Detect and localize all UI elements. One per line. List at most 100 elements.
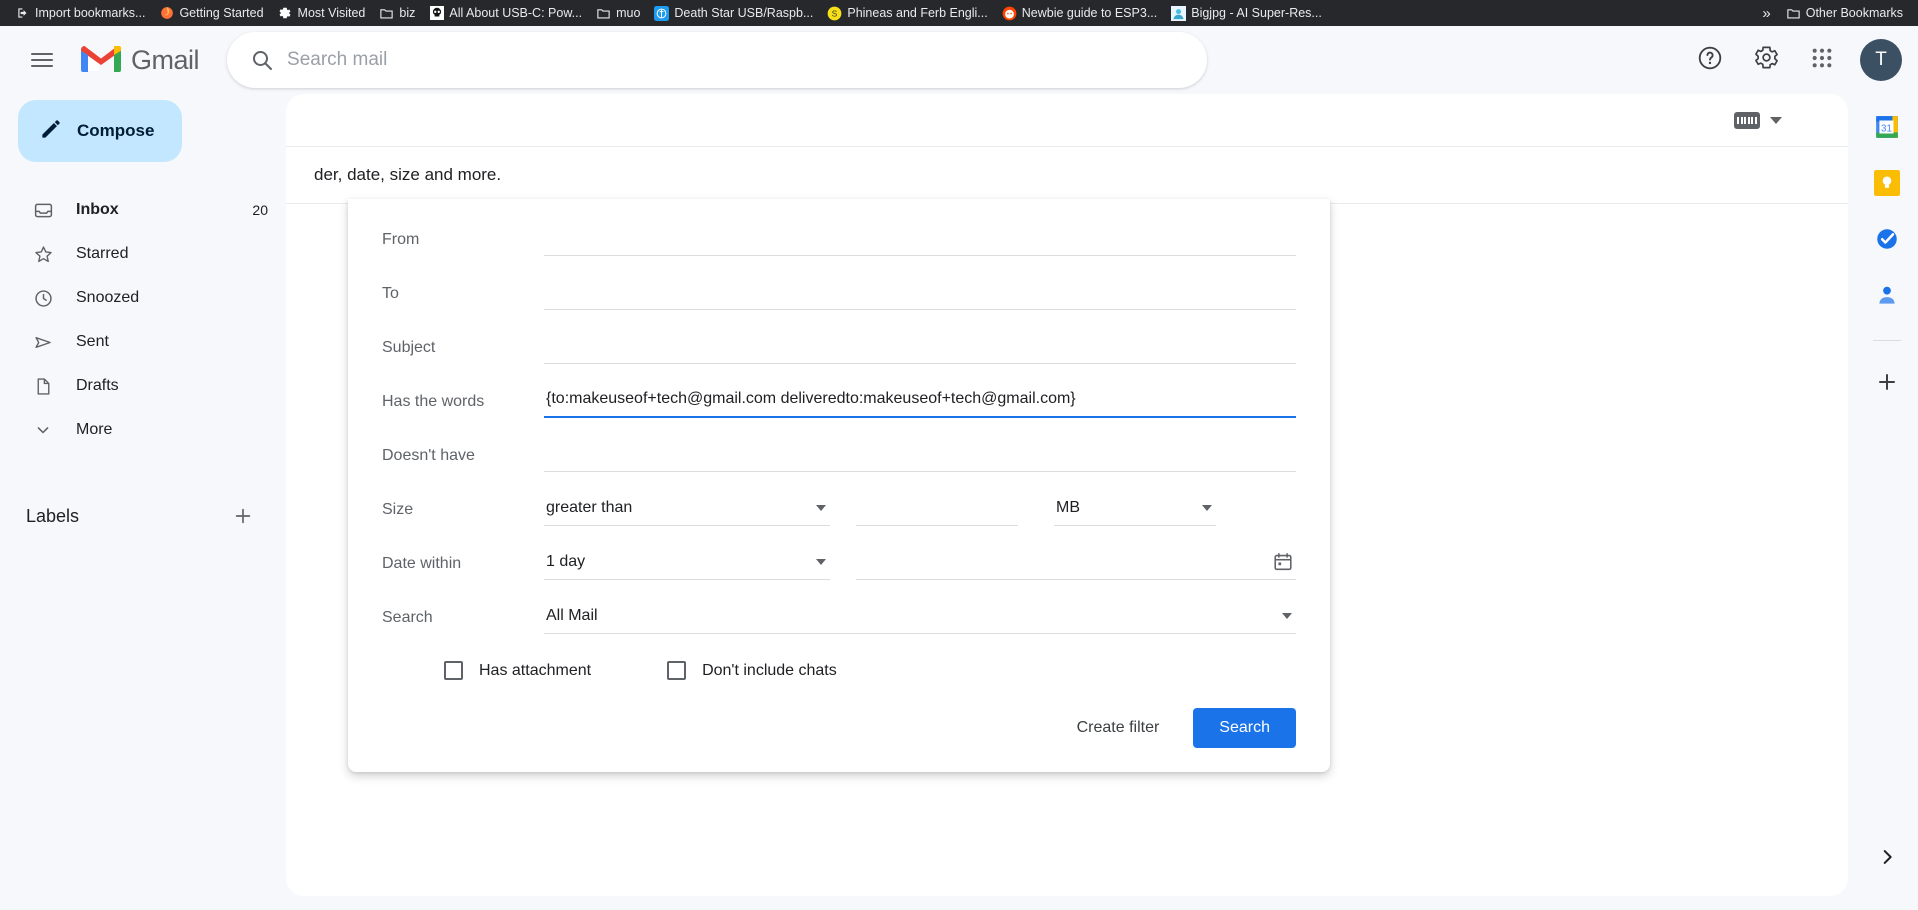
subject-input[interactable] bbox=[544, 332, 1296, 364]
side-panel-calendar[interactable]: 31 bbox=[1870, 112, 1904, 146]
bookmark-muo[interactable]: muo bbox=[589, 4, 647, 23]
subject-field-wrap bbox=[544, 332, 1296, 364]
advanced-search-dialog: From To Subject Has the words Doesn't ha bbox=[348, 199, 1330, 772]
create-filter-button[interactable]: Create filter bbox=[1065, 709, 1172, 747]
bookmark-phineas-and-ferb[interactable]: S Phineas and Ferb Engli... bbox=[820, 4, 994, 23]
size-label: Size bbox=[382, 501, 414, 518]
to-input[interactable] bbox=[544, 278, 1296, 310]
search-input[interactable] bbox=[287, 49, 1194, 71]
avatar[interactable]: T bbox=[1860, 39, 1902, 81]
main-menu-button[interactable] bbox=[18, 36, 66, 84]
help-icon bbox=[1697, 45, 1723, 76]
search-bar[interactable] bbox=[227, 32, 1208, 88]
bookmark-other-bookmarks[interactable]: Other Bookmarks bbox=[1779, 4, 1910, 23]
sidebar-item-label: Starred bbox=[76, 245, 129, 262]
bookmark-label: Bigjpg - AI Super-Res... bbox=[1191, 6, 1322, 20]
bookmark-newbie-guide-esp32[interactable]: Newbie guide to ESP3... bbox=[995, 4, 1165, 23]
create-label-button[interactable] bbox=[230, 503, 256, 529]
advanced-search-checkbox-row: Has attachment Don't include chats bbox=[382, 661, 1296, 680]
advanced-search-row-date-within: Date within 1 day bbox=[382, 537, 1296, 591]
bookmark-label: Newbie guide to ESP3... bbox=[1021, 6, 1158, 20]
sidebar-item-inbox[interactable]: Inbox 20 bbox=[0, 188, 268, 232]
sidebar-item-label: Snoozed bbox=[76, 289, 140, 306]
bookmark-biz[interactable]: biz bbox=[372, 4, 422, 23]
compose-button[interactable]: Compose bbox=[18, 100, 182, 162]
bookmark-label: Death Star USB/Raspb... bbox=[674, 6, 814, 20]
has-words-field-wrap bbox=[544, 386, 1296, 418]
from-label: From bbox=[382, 231, 420, 248]
has-attachment-checkbox[interactable]: Has attachment bbox=[444, 661, 591, 680]
sidebar-item-label: Drafts bbox=[76, 377, 119, 394]
bookmark-bigjpg[interactable]: Bigjpg - AI Super-Res... bbox=[1164, 4, 1329, 23]
chevron-down-icon bbox=[32, 420, 54, 440]
chevron-down-icon bbox=[1202, 504, 1212, 511]
search-scope-value: All Mail bbox=[546, 606, 598, 624]
advanced-search-row-size: Size greater than MB bbox=[382, 483, 1296, 537]
advanced-search-actions: Create filter Search bbox=[382, 708, 1296, 748]
bookmark-all-about-usb-c[interactable]: All About USB-C: Pow... bbox=[422, 4, 589, 23]
sidebar-item-label: Inbox bbox=[76, 201, 119, 218]
help-button[interactable] bbox=[1686, 36, 1734, 84]
bookmark-label: Import bookmarks... bbox=[35, 6, 146, 20]
search-scope-label: Search bbox=[382, 609, 433, 626]
side-panel-tasks[interactable] bbox=[1870, 224, 1904, 258]
exclude-chats-checkbox[interactable]: Don't include chats bbox=[667, 661, 837, 680]
bigjpg-icon bbox=[1171, 5, 1187, 21]
google-apps-button[interactable] bbox=[1798, 36, 1846, 84]
calendar-picker-icon[interactable] bbox=[1272, 551, 1294, 578]
skull-icon bbox=[429, 6, 444, 21]
date-input[interactable] bbox=[856, 548, 1296, 580]
bookmark-label: muo bbox=[616, 6, 641, 20]
yellow-s-icon: S bbox=[827, 6, 842, 21]
sidebar-item-sent[interactable]: Sent bbox=[0, 320, 268, 364]
side-panel-keep[interactable] bbox=[1870, 168, 1904, 202]
search-button[interactable]: Search bbox=[1193, 708, 1296, 748]
has-attachment-label: Has attachment bbox=[479, 661, 592, 679]
side-panel-add-button[interactable] bbox=[1870, 367, 1904, 401]
doesnt-have-field-wrap bbox=[544, 440, 1296, 472]
calendar-icon: 31 bbox=[1874, 114, 1900, 145]
doesnt-have-input[interactable] bbox=[544, 440, 1296, 472]
checkbox-icon bbox=[444, 661, 463, 680]
sidebar-item-label: Sent bbox=[76, 333, 109, 350]
chevron-down-icon bbox=[1770, 116, 1782, 124]
search-scope-select[interactable]: All Mail bbox=[544, 603, 1296, 634]
search-icon[interactable] bbox=[249, 47, 275, 73]
bookmark-label: Getting Started bbox=[179, 6, 264, 20]
side-panel-contacts[interactable] bbox=[1870, 280, 1904, 314]
chevron-down-icon bbox=[816, 558, 826, 565]
labels-title: Labels bbox=[26, 505, 80, 526]
bookmark-label: All About USB-C: Pow... bbox=[449, 6, 583, 20]
tumblr-icon bbox=[654, 5, 670, 21]
sidebar-item-snoozed[interactable]: Snoozed bbox=[0, 276, 268, 320]
bookmark-most-visited[interactable]: Most Visited bbox=[271, 4, 373, 23]
has-words-input[interactable] bbox=[544, 386, 1296, 418]
import-icon bbox=[15, 6, 30, 21]
input-tools-button[interactable] bbox=[1734, 111, 1782, 129]
sidebar-item-more[interactable]: More bbox=[0, 408, 268, 452]
to-field-wrap bbox=[544, 278, 1296, 310]
bookmark-import-bookmarks[interactable]: Import bookmarks... bbox=[8, 4, 152, 23]
size-unit-select[interactable]: MB bbox=[1054, 495, 1216, 526]
bookmark-getting-started[interactable]: Getting Started bbox=[152, 4, 270, 23]
side-panel-expand-button[interactable] bbox=[1870, 842, 1904, 876]
bookmark-label: Phineas and Ferb Engli... bbox=[847, 6, 988, 20]
sidebar-item-starred[interactable]: Starred bbox=[0, 232, 268, 276]
from-field-wrap bbox=[544, 224, 1296, 256]
chevron-down-icon bbox=[1282, 612, 1292, 619]
size-amount-input[interactable] bbox=[856, 494, 1018, 526]
gmail-logo[interactable]: Gmail bbox=[80, 42, 200, 79]
date-value-field-wrap bbox=[856, 548, 1296, 580]
settings-button[interactable] bbox=[1742, 36, 1790, 84]
date-range-select[interactable]: 1 day bbox=[544, 549, 830, 580]
bookmark-death-star-usb[interactable]: Death Star USB/Raspb... bbox=[647, 4, 820, 23]
from-input[interactable] bbox=[544, 224, 1296, 256]
bookmarks-overflow-icon[interactable]: » bbox=[1754, 3, 1776, 24]
sidebar-item-drafts[interactable]: Drafts bbox=[0, 364, 268, 408]
date-within-label: Date within bbox=[382, 555, 462, 572]
plus-icon bbox=[1875, 370, 1899, 399]
chevron-down-icon bbox=[816, 504, 826, 511]
size-comparator-select[interactable]: greater than bbox=[544, 495, 830, 526]
clock-icon bbox=[32, 288, 54, 309]
checkbox-icon bbox=[667, 661, 687, 680]
